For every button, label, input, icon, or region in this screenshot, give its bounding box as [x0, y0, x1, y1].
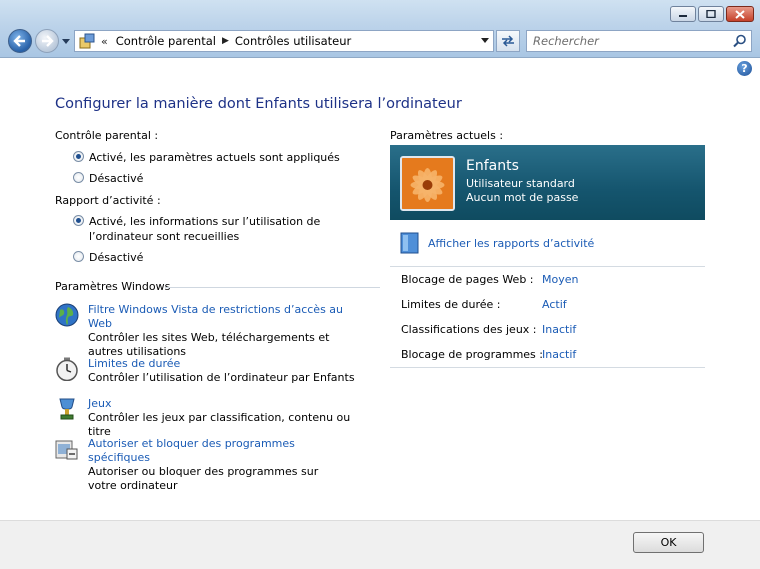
setting-value-link[interactable]: Actif	[542, 298, 567, 311]
setting-value-link[interactable]: Inactif	[542, 348, 576, 361]
breadcrumb-overflow[interactable]: «	[95, 35, 112, 48]
settings-divider	[390, 367, 705, 368]
setting-row-time: Limites de durée : Actif	[390, 292, 705, 317]
help-icon[interactable]: ?	[737, 61, 752, 76]
back-button[interactable]	[8, 29, 32, 53]
radio-button[interactable]	[73, 151, 84, 162]
breadcrumb-parental-control[interactable]: Contrôle parental	[112, 34, 220, 48]
control-panel-icon	[79, 33, 95, 49]
report-icon	[400, 232, 419, 254]
user-name: Enfants	[466, 158, 519, 174]
forward-button[interactable]	[35, 29, 59, 53]
avatar	[400, 156, 455, 211]
programs-item: Autoriser et bloquer des programmes spéc…	[55, 437, 345, 493]
window-buttons	[670, 6, 754, 22]
setting-row-games: Classifications des jeux : Inactif	[390, 317, 705, 342]
radio-report-on[interactable]: Activé, les informations sur l’utilisati…	[73, 214, 368, 244]
chevron-down-icon	[481, 38, 489, 43]
radio-label: Activé, les paramètres actuels sont appl…	[89, 151, 340, 164]
setting-value-link[interactable]: Inactif	[542, 323, 576, 336]
section-divider	[165, 287, 380, 288]
setting-row-web: Blocage de pages Web : Moyen	[390, 267, 705, 292]
search-input[interactable]: Rechercher	[526, 30, 752, 52]
arrow-right-icon	[42, 35, 54, 47]
search-icon[interactable]	[733, 34, 747, 48]
time-limits-item: Limites de durée Contrôler l’utilisation…	[55, 357, 355, 385]
web-filter-desc: Contrôler les sites Web, téléchargements…	[88, 331, 330, 358]
breadcrumb-user-controls[interactable]: Contrôles utilisateur	[231, 34, 355, 48]
parental-control-label: Contrôle parental :	[55, 129, 159, 142]
settings-list: Blocage de pages Web : Moyen Limites de …	[390, 266, 705, 368]
setting-key: Limites de durée :	[401, 298, 501, 311]
setting-row-programs: Blocage de programmes : Inactif	[390, 342, 705, 367]
account-type: Utilisateur standard	[466, 177, 575, 190]
clock-icon	[56, 357, 78, 381]
close-icon	[735, 9, 745, 19]
radio-button[interactable]	[73, 251, 84, 262]
programs-icon	[55, 440, 78, 460]
search-placeholder: Rechercher	[533, 34, 599, 48]
close-button[interactable]	[726, 6, 754, 22]
radio-report-off[interactable]: Désactivé	[73, 250, 143, 265]
games-desc: Contrôler les jeux par classification, c…	[88, 411, 351, 438]
setting-key: Blocage de programmes :	[401, 348, 543, 361]
maximize-icon	[706, 10, 716, 18]
activity-reports-row: Afficher les rapports d’activité	[400, 232, 594, 254]
games-icon	[59, 398, 75, 420]
radio-button[interactable]	[73, 215, 84, 226]
activity-report-label: Rapport d’activité :	[55, 194, 161, 207]
user-panel: Enfants Utilisateur standard Aucun mot d…	[390, 145, 705, 220]
radio-parental-on[interactable]: Activé, les paramètres actuels sont appl…	[73, 150, 373, 165]
setting-value-link[interactable]: Moyen	[542, 273, 578, 286]
password-status: Aucun mot de passe	[466, 191, 579, 204]
maximize-button[interactable]	[698, 6, 724, 22]
page-title: Configurer la manière dont Enfants utili…	[55, 96, 462, 112]
breadcrumb-separator-icon[interactable]: ▶	[220, 36, 231, 46]
web-filter-item: Filtre Windows Vista de restrictions d’a…	[55, 303, 355, 359]
games-item: Jeux Contrôler les jeux par classificati…	[55, 397, 355, 439]
address-dropdown-button[interactable]	[476, 30, 494, 52]
globe-icon	[55, 303, 79, 327]
minimize-icon	[679, 15, 687, 17]
refresh-button[interactable]	[496, 30, 520, 52]
setting-key: Blocage de pages Web :	[401, 273, 534, 286]
activity-reports-link[interactable]: Afficher les rapports d’activité	[428, 237, 594, 250]
history-dropdown-icon[interactable]	[62, 37, 70, 45]
window-chrome: « Contrôle parental ▶ Contrôles utilisat…	[0, 0, 760, 58]
windows-settings-section: Paramètres Windows	[55, 280, 380, 293]
time-limits-desc: Contrôler l’utilisation de l’ordinateur …	[88, 371, 355, 384]
current-settings-label: Paramètres actuels :	[390, 129, 504, 142]
refresh-icon	[502, 35, 514, 47]
minimize-button[interactable]	[670, 6, 696, 22]
radio-label: Activé, les informations sur l’utilisati…	[89, 215, 321, 243]
games-link[interactable]: Jeux	[88, 397, 355, 411]
radio-parental-off[interactable]: Désactivé	[73, 171, 143, 186]
programs-link[interactable]: Autoriser et bloquer des programmes spéc…	[88, 437, 345, 465]
web-filter-link[interactable]: Filtre Windows Vista de restrictions d’a…	[88, 303, 355, 331]
windows-settings-label: Paramètres Windows	[55, 280, 171, 293]
radio-button[interactable]	[73, 172, 84, 183]
radio-label: Désactivé	[89, 251, 144, 264]
radio-label: Désactivé	[89, 172, 144, 185]
time-limits-link[interactable]: Limites de durée	[88, 357, 355, 371]
address-bar[interactable]: « Contrôle parental ▶ Contrôles utilisat…	[74, 30, 494, 52]
arrow-left-icon	[13, 35, 25, 47]
ok-button[interactable]: OK	[633, 532, 704, 553]
setting-key: Classifications des jeux :	[401, 323, 537, 336]
programs-desc: Autoriser ou bloquer des programmes sur …	[88, 465, 319, 492]
flower-icon	[402, 158, 453, 209]
